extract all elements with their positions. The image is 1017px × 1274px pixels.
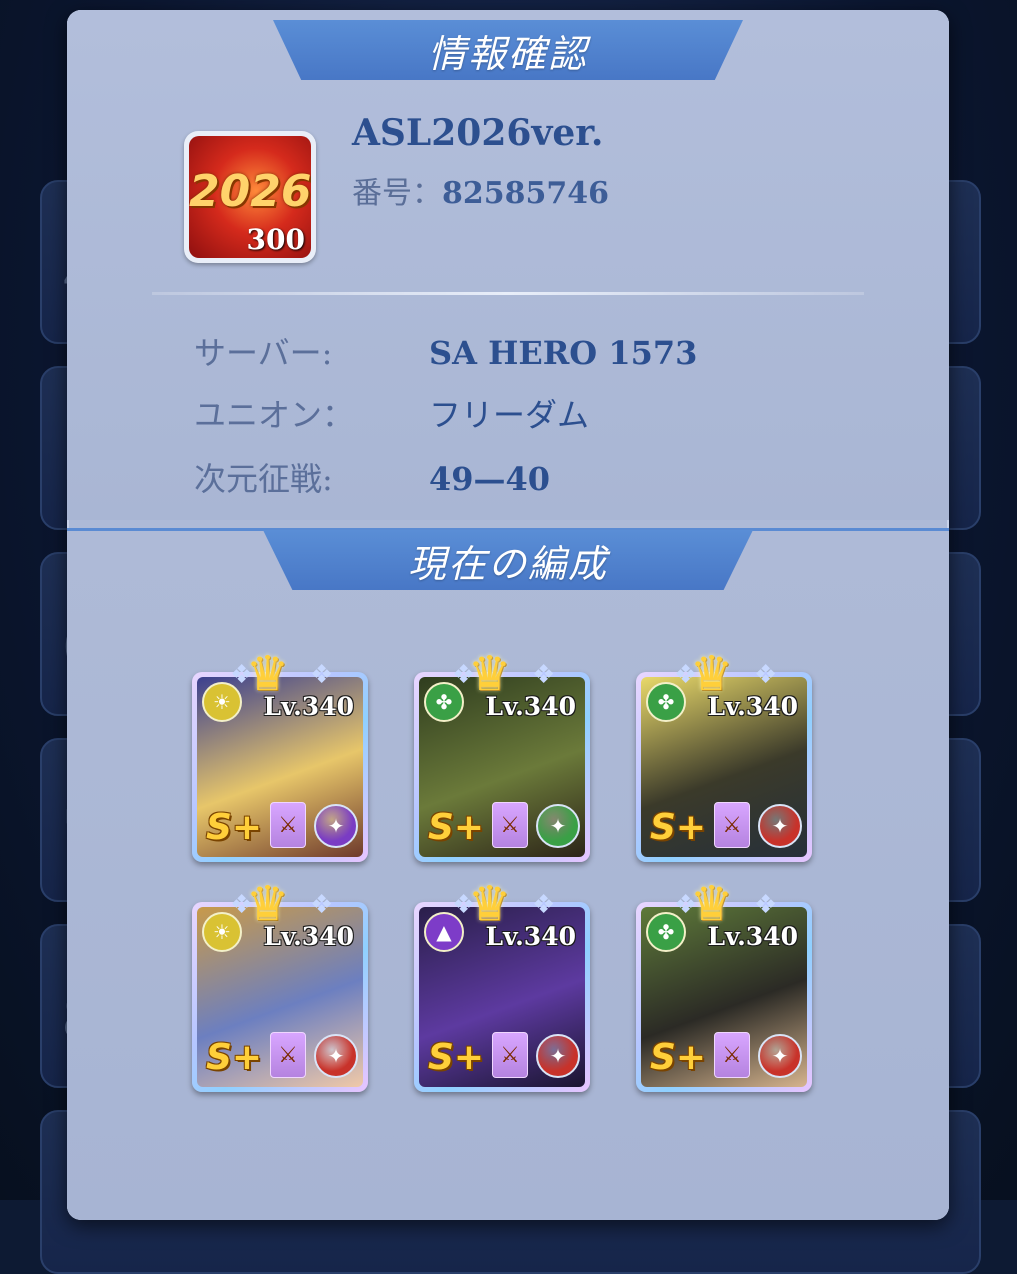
hero-card[interactable]: ❖ ♛ ❖ ✤ Lv.340 S+ ⚔ ✦ bbox=[636, 650, 812, 862]
player-level: 300 bbox=[246, 223, 305, 256]
hero-grade: S+ bbox=[650, 1037, 707, 1078]
crown-icon: ♛ bbox=[246, 876, 290, 932]
crown-icon: ♛ bbox=[468, 876, 512, 932]
wing-icon: ❖ bbox=[310, 660, 334, 690]
player-id-value: 82585746 bbox=[442, 176, 609, 211]
divider bbox=[152, 292, 864, 295]
weapon-icon: ⚔ bbox=[492, 802, 528, 848]
team-title: 現在の編成 bbox=[407, 541, 608, 586]
team-ribbon: 現在の編成 bbox=[263, 530, 753, 590]
wing-icon: ❖ bbox=[754, 890, 778, 920]
player-id: 番号：82585746 bbox=[352, 168, 609, 212]
weapon-icon: ⚔ bbox=[714, 1032, 750, 1078]
crown-icon: ♛ bbox=[468, 646, 512, 702]
hero-card[interactable]: ❖ ♛ ❖ ☀ Lv.340 S+ ⚔ ✦ bbox=[192, 880, 368, 1092]
hero-grade: S+ bbox=[428, 1037, 485, 1078]
hero-level: Lv.340 bbox=[263, 692, 354, 721]
skill-icon: ✦ bbox=[536, 804, 580, 848]
weapon-icon: ⚔ bbox=[492, 1032, 528, 1078]
dark-faction-icon: ▲ bbox=[424, 912, 464, 952]
skill-icon: ✦ bbox=[314, 804, 358, 848]
hero-card[interactable]: ❖ ♛ ❖ ✤ Lv.340 S+ ⚔ ✦ bbox=[636, 880, 812, 1092]
player-info-dialog: 情報確認 2026 300 ASL2026ver. 番号：82585746 サー… bbox=[67, 10, 949, 1220]
skill-icon: ✦ bbox=[314, 1034, 358, 1078]
hero-grade: S+ bbox=[650, 807, 707, 848]
hero-level: Lv.340 bbox=[707, 922, 798, 951]
union-label: ユニオン： bbox=[194, 396, 355, 434]
crown-icon: ♛ bbox=[690, 646, 734, 702]
header-ribbon: 情報確認 bbox=[273, 20, 743, 80]
wing-icon: ❖ bbox=[532, 660, 556, 690]
hero-grade: S+ bbox=[428, 807, 485, 848]
nature-faction-icon: ✤ bbox=[424, 682, 464, 722]
hero-level: Lv.340 bbox=[707, 692, 798, 721]
player-avatar[interactable]: 2026 300 bbox=[184, 131, 316, 263]
union-row: ユニオン： フリーダム bbox=[194, 390, 589, 436]
dimension-war-row: 次元征戦: 49—40 bbox=[194, 454, 550, 500]
hero-level: Lv.340 bbox=[485, 692, 576, 721]
light-faction-icon: ☀ bbox=[202, 912, 242, 952]
weapon-icon: ⚔ bbox=[270, 802, 306, 848]
server-value: SA HERO 1573 bbox=[429, 334, 698, 372]
wing-icon: ❖ bbox=[754, 660, 778, 690]
light-faction-icon: ☀ bbox=[202, 682, 242, 722]
nature-faction-icon: ✤ bbox=[646, 912, 686, 952]
skill-icon: ✦ bbox=[758, 804, 802, 848]
server-row: サーバー: SA HERO 1573 bbox=[194, 328, 697, 374]
crown-icon: ♛ bbox=[246, 646, 290, 702]
hero-grade: S+ bbox=[206, 807, 263, 848]
dialog-title: 情報確認 bbox=[427, 31, 588, 76]
hero-level: Lv.340 bbox=[485, 922, 576, 951]
skill-icon: ✦ bbox=[758, 1034, 802, 1078]
skill-icon: ✦ bbox=[536, 1034, 580, 1078]
crown-icon: ♛ bbox=[690, 876, 734, 932]
union-value[interactable]: フリーダム bbox=[429, 396, 589, 434]
weapon-icon: ⚔ bbox=[270, 1032, 306, 1078]
hero-card[interactable]: ❖ ♛ ❖ ☀ Lv.340 S+ ⚔ ✦ bbox=[192, 650, 368, 862]
server-label: サーバー: bbox=[194, 334, 333, 372]
dimension-war-value: 49—40 bbox=[429, 460, 551, 498]
hero-grade: S+ bbox=[206, 1037, 263, 1078]
avatar-year: 2026 bbox=[189, 166, 311, 217]
weapon-icon: ⚔ bbox=[714, 802, 750, 848]
wing-icon: ❖ bbox=[532, 890, 556, 920]
hero-level: Lv.340 bbox=[263, 922, 354, 951]
wing-icon: ❖ bbox=[310, 890, 334, 920]
player-id-label: 番号： bbox=[352, 176, 442, 211]
dimension-war-label: 次元征戦: bbox=[194, 460, 333, 498]
player-name: ASL2026ver. bbox=[352, 112, 604, 154]
hero-card[interactable]: ❖ ♛ ❖ ✤ Lv.340 S+ ⚔ ✦ bbox=[414, 650, 590, 862]
hero-card[interactable]: ❖ ♛ ❖ ▲ Lv.340 S+ ⚔ ✦ bbox=[414, 880, 590, 1092]
nature-faction-icon: ✤ bbox=[646, 682, 686, 722]
